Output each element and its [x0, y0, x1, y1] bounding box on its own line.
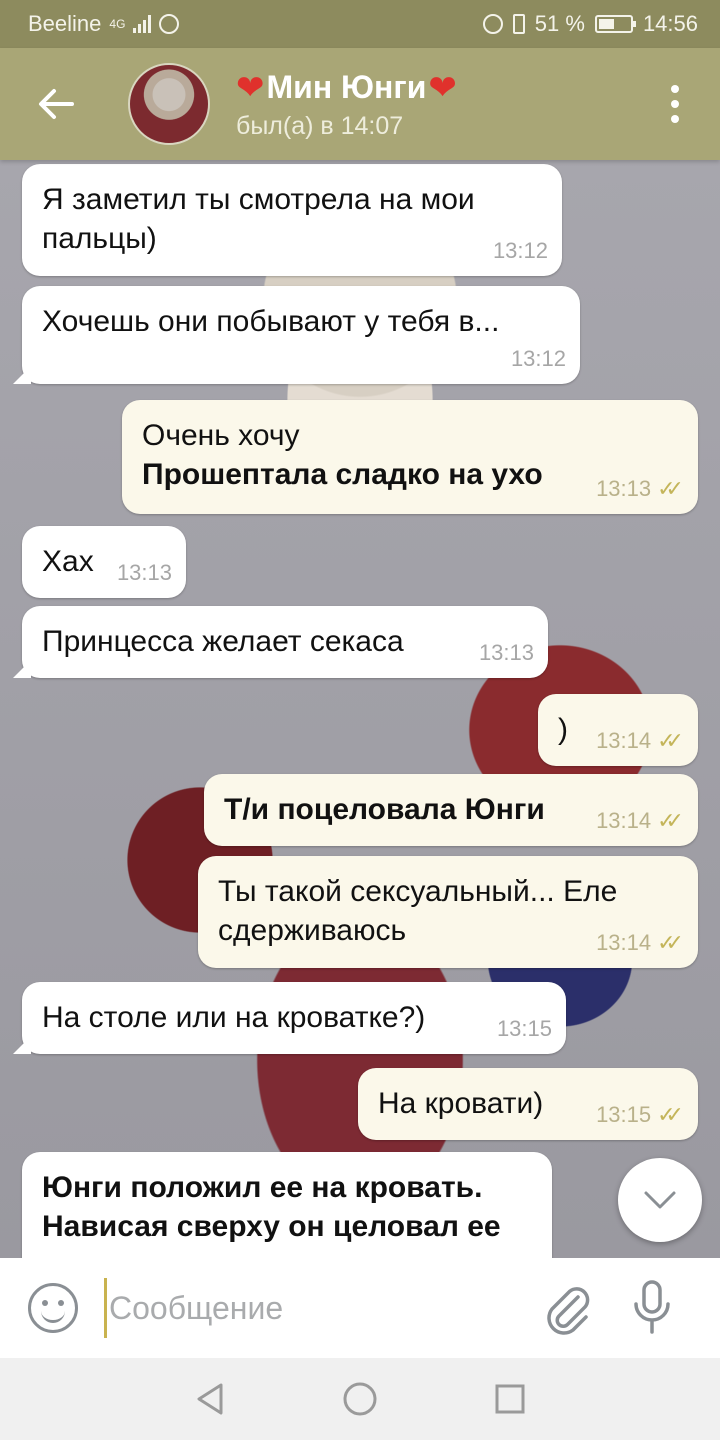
message-time: 13:13 [116, 560, 172, 586]
message-outgoing[interactable]: ) 13:14 ✓✓ [538, 694, 698, 766]
paperclip-icon [547, 1287, 590, 1335]
microphone-icon [634, 1280, 670, 1334]
read-check-icon: ✓✓ [657, 728, 684, 754]
more-menu-button[interactable] [670, 85, 680, 123]
avatar[interactable] [128, 63, 210, 145]
message-time: 13:12 [510, 346, 566, 372]
last-seen: был(а) в 14:07 [236, 111, 404, 140]
contact-name: ❤ Мин Юнги ❤ [236, 68, 457, 108]
message-outgoing[interactable]: Т/и поцеловала Юнги 13:14 ✓✓ [204, 774, 698, 846]
dot-icon [671, 115, 679, 123]
dot-icon [671, 100, 679, 108]
message-time: 13:15 [496, 1016, 552, 1042]
circle-home-icon [343, 1382, 377, 1416]
contact-info[interactable]: ❤ Мин Юнги ❤ был(а) в 14:07 [236, 68, 457, 141]
message-text: Принцесса желает секаса [42, 625, 404, 658]
chevron-down-icon [644, 1191, 676, 1209]
dot-icon [671, 85, 679, 93]
message-incoming[interactable]: Хочешь они побывают у тебя в... 13:12 [22, 286, 580, 384]
chat-header: ❤ Мин Юнги ❤ был(а) в 14:07 [0, 48, 720, 160]
triangle-back-icon [197, 1383, 223, 1415]
message-time: 13:13 [596, 476, 652, 502]
microphone-button[interactable] [632, 1280, 672, 1336]
emoji-button[interactable] [28, 1283, 78, 1333]
status-bar: Beeline 4G 51 % 14:56 [0, 0, 720, 48]
message-incoming[interactable]: Хах 13:13 [22, 526, 186, 598]
back-button[interactable] [26, 74, 86, 134]
vibrate-icon [512, 14, 525, 34]
message-outgoing[interactable]: Очень хочу Прошептала сладко на ухо 13:1… [122, 400, 698, 514]
nav-recents-button[interactable] [490, 1379, 530, 1419]
nav-home-button[interactable] [340, 1379, 380, 1419]
alarm-icon [482, 14, 503, 34]
heart-icon: ❤ [236, 68, 265, 107]
message-composer [0, 1258, 720, 1358]
message-text: Хочешь они побывают у тебя в... [42, 305, 500, 338]
heart-icon: ❤ [428, 68, 457, 107]
message-incoming[interactable]: Я заметил ты смотрела на мои пальцы) 13:… [22, 164, 562, 276]
message-text-bold: Юнги положил ее на кровать. Нависая свер… [42, 1171, 501, 1243]
message-status: 13:14 ✓✓ [596, 727, 684, 756]
carrier-name: Beeline [28, 11, 102, 36]
arrow-left-icon [39, 89, 74, 119]
message-status: 13:14 ✓✓ [596, 807, 684, 836]
whatsapp-icon [159, 14, 180, 34]
message-incoming[interactable]: На столе или на кроватке?) 13:15 [22, 982, 566, 1054]
contact-name-text: Мин Юнги [266, 69, 427, 105]
network-type: 4G [109, 17, 126, 31]
signal-icon [133, 15, 152, 33]
nav-back-button[interactable] [190, 1379, 230, 1419]
message-status: 13:13 ✓✓ [596, 475, 684, 504]
scroll-down-button[interactable] [618, 1158, 702, 1242]
system-nav-bar [0, 1358, 720, 1440]
message-time: 13:15 [596, 1102, 652, 1128]
read-check-icon: ✓✓ [657, 808, 684, 834]
read-check-icon: ✓✓ [657, 476, 684, 502]
message-incoming[interactable]: Принцесса желает секаса 13:13 [22, 606, 548, 678]
attach-button[interactable] [540, 1281, 594, 1335]
message-input[interactable] [104, 1278, 514, 1338]
battery-percent: 51 % [534, 11, 585, 36]
message-time: 13:14 [596, 808, 652, 834]
clock: 14:56 [642, 11, 698, 36]
message-text: На столе или на кроватке?) [42, 1001, 426, 1034]
message-status: 13:15 ✓✓ [596, 1101, 684, 1130]
message-time: 13:14 [596, 930, 652, 956]
read-check-icon: ✓✓ [657, 1102, 684, 1128]
message-time: 13:14 [596, 728, 652, 754]
message-status: 13:14 ✓✓ [596, 929, 684, 958]
message-time: 13:13 [478, 640, 534, 666]
chat-messages[interactable]: Я заметил ты смотрела на мои пальцы) 13:… [0, 160, 720, 1258]
message-incoming[interactable]: Юнги положил ее на кровать. Нависая свер… [22, 1152, 552, 1258]
message-outgoing[interactable]: На кровати) 13:15 ✓✓ [358, 1068, 698, 1140]
read-check-icon: ✓✓ [657, 930, 684, 956]
message-text: Очень хочу [142, 419, 300, 452]
message-text: Я заметил ты смотрела на мои пальцы) [42, 183, 475, 255]
battery-icon [594, 15, 636, 33]
message-time: 13:12 [492, 238, 548, 264]
message-outgoing[interactable]: Ты такой сексуальный... Еле сдерживаюсь … [198, 856, 698, 968]
square-recents-icon [495, 1384, 525, 1414]
